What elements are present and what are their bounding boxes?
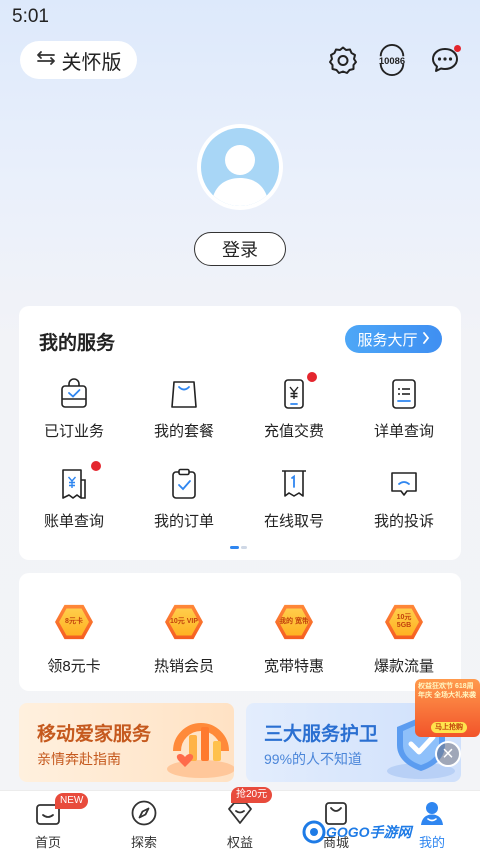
watermark-text: GOGO手游网 — [326, 824, 412, 840]
banner-subtitle: 99%的人不知道 — [264, 751, 363, 767]
coupon-hex-icon: 我的 宽带 — [275, 604, 313, 640]
clipboard-check-icon — [169, 468, 199, 500]
benefit-label: 爆款流量 — [373, 658, 434, 675]
benefit-item-8yuan-card[interactable]: 8元卡 领8元卡 — [19, 603, 129, 676]
page-dot — [241, 546, 247, 549]
service-item-recharge[interactable]: 充值交费 — [239, 372, 349, 441]
service-hall-button[interactable]: 服务大厅 — [345, 325, 442, 353]
service-hall-label: 服务大厅 — [357, 331, 418, 349]
svg-text:10086: 10086 — [379, 55, 405, 66]
login-button[interactable]: 登录 — [194, 232, 286, 266]
avatar[interactable] — [197, 124, 283, 210]
benefit-label: 宽带特惠 — [263, 658, 324, 675]
nav-item-home[interactable]: NEW 首页 — [0, 793, 96, 851]
status-bar: 5:01 — [0, 0, 480, 34]
service-item-label: 已订业务 — [43, 423, 104, 440]
user-icon — [418, 799, 446, 827]
benefits-card: 8元卡 领8元卡 10元 VIP 热销会员 我的 宽带 宽带特惠 10元 5GB… — [19, 573, 461, 691]
page-dot-active — [230, 546, 239, 549]
home-icon: NEW — [34, 793, 89, 827]
coupon-hex-badge: 我的 宽带 — [279, 608, 309, 636]
service-item-complaint[interactable]: 我的投诉 — [349, 468, 459, 531]
service-item-label: 我的套餐 — [153, 423, 214, 440]
benefit-label: 领8元卡 — [47, 658, 101, 675]
service-item-my-orders[interactable]: 我的订单 — [129, 468, 239, 531]
queue-ticket-icon — [279, 468, 309, 500]
status-time: 5:01 — [12, 6, 49, 27]
my-services-card: 我的服务 服务大厅 已订业务 我的套餐 充值交费 详单查询 账单查询 我的订单 … — [19, 306, 461, 560]
service-item-online-queue[interactable]: 在线取号 — [239, 468, 349, 531]
service-item-label: 充值交费 — [263, 423, 324, 440]
list-document-icon — [389, 378, 419, 410]
phone-yuan-icon — [279, 372, 317, 410]
service-item-my-plan[interactable]: 我的套餐 — [129, 378, 239, 441]
watermark-logo-icon — [302, 820, 326, 844]
nav-badge-promo: 抢20元 — [231, 787, 273, 803]
coupon-hex-icon: 10元 5GB — [385, 604, 423, 640]
benefit-label: 热销会员 — [153, 658, 214, 675]
diamond-icon: 抢20元 — [226, 787, 273, 827]
service-item-label: 我的投诉 — [373, 513, 434, 530]
nav-label: 权益 — [226, 835, 253, 850]
home-service-banner[interactable]: 移动爱家服务 亲情奔赴指南 — [19, 703, 234, 782]
complaint-chat-icon — [389, 468, 419, 500]
unread-dot — [454, 45, 461, 52]
promo-ad-text: 权益狂欢节 618周年庆 全场大礼来袭 — [418, 683, 476, 699]
banner-title: 三大服务护卫 — [264, 724, 379, 745]
service-item-label: 详单查询 — [373, 423, 434, 440]
coupon-hex-badge: 10元 5GB — [389, 608, 419, 636]
site-watermark: GOGO手游网 — [300, 818, 420, 846]
notification-dot — [91, 461, 101, 471]
care-mode-label: 关怀版 — [61, 51, 122, 74]
banner-title: 移动爱家服务 — [37, 724, 152, 745]
service-item-detail-query[interactable]: 详单查询 — [349, 378, 459, 441]
banner-subtitle: 亲情奔赴指南 — [37, 751, 121, 767]
benefit-item-vip[interactable]: 10元 VIP 热销会员 — [129, 603, 239, 676]
nav-item-explore[interactable]: 探索 — [96, 799, 192, 851]
notification-dot — [307, 372, 317, 382]
nav-item-benefits[interactable]: 抢20元 权益 — [192, 787, 288, 851]
coupon-hex-icon: 8元卡 — [55, 604, 93, 640]
service-item-label: 在线取号 — [263, 513, 324, 530]
shopping-bag-icon — [169, 378, 199, 410]
close-icon[interactable]: × — [435, 741, 461, 767]
service-item-label: 账单查询 — [43, 513, 104, 530]
bill-yuan-icon — [59, 461, 101, 500]
default-avatar-icon — [201, 128, 279, 206]
benefit-item-data[interactable]: 10元 5GB 爆款流量 — [349, 603, 459, 676]
promo-buy-button[interactable]: 马上抢购 — [431, 722, 467, 733]
nav-label: 探索 — [130, 835, 157, 850]
service-item-subscribed[interactable]: 已订业务 — [19, 378, 129, 441]
benefit-item-broadband[interactable]: 我的 宽带 宽带特惠 — [239, 603, 349, 676]
gear-icon[interactable] — [327, 44, 359, 76]
services-title: 我的服务 — [39, 333, 116, 354]
coupon-hex-icon: 10元 VIP — [165, 604, 203, 640]
floating-promo-ad[interactable]: 权益狂欢节 618周年庆 全场大礼来袭 马上抢购 — [415, 679, 480, 737]
service-item-bill-query[interactable]: 账单查询 — [19, 461, 129, 531]
care-mode-button[interactable]: 关怀版 — [20, 41, 137, 79]
nav-badge-new: NEW — [55, 793, 89, 809]
compass-icon — [130, 799, 158, 827]
service-item-label: 我的订单 — [153, 513, 214, 530]
coupon-hex-badge: 10元 VIP — [169, 608, 199, 636]
bag-check-icon — [59, 378, 89, 410]
message-icon[interactable] — [429, 44, 461, 76]
swap-arrows-icon — [36, 49, 56, 72]
house-chart-illustration — [167, 723, 234, 778]
chevron-right-icon — [422, 331, 430, 348]
nav-label: 首页 — [34, 835, 61, 850]
hotline-10086-icon[interactable]: 10086 — [376, 44, 408, 76]
coupon-hex-badge: 8元卡 — [59, 608, 89, 636]
page-indicator — [230, 546, 247, 549]
